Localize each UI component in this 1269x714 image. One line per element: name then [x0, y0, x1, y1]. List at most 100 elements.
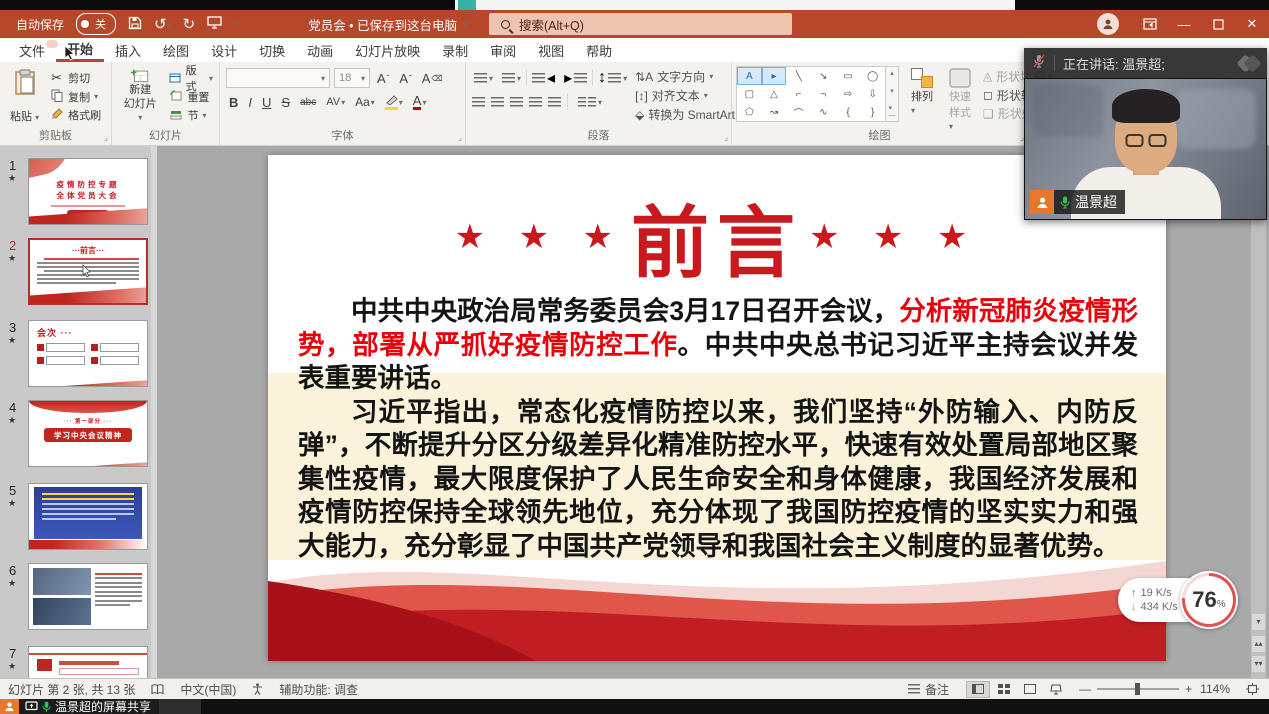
font-dialog-launcher-icon[interactable]: ⌟	[458, 133, 462, 142]
change-case-button[interactable]: Aa▾	[352, 95, 378, 109]
menu-file[interactable]: 文件	[8, 38, 56, 62]
search-input[interactable]: 搜索(Alt+Q)	[489, 13, 792, 35]
underline-button[interactable]: U	[259, 95, 274, 110]
next-slide-icon[interactable]: ▾▾	[1252, 656, 1265, 672]
menu-help[interactable]: 帮助	[575, 38, 623, 62]
document-title[interactable]: 党员会 • 已保存到这台电脑▾	[308, 15, 467, 34]
notes-button[interactable]: 备注	[908, 681, 949, 698]
text-shadow-button[interactable]: abc	[297, 97, 319, 108]
normal-view-button[interactable]	[966, 681, 990, 698]
undo-icon[interactable]: ↺▾	[154, 17, 171, 32]
paragraph-dialog-launcher-icon[interactable]: ⌟	[724, 133, 728, 142]
redo-icon[interactable]: ↻	[183, 17, 196, 32]
menu-record[interactable]: 录制	[431, 38, 479, 62]
slideshow-icon[interactable]	[207, 16, 222, 32]
previous-slide-icon[interactable]: ▴▴	[1252, 636, 1265, 652]
font-name-select[interactable]: ▾	[226, 68, 330, 88]
arc-shape-icon[interactable]: ⌒	[786, 103, 811, 121]
quick-styles-button[interactable]: 快速样式▾	[945, 66, 975, 134]
shapes-more-icon[interactable]: ▾—	[889, 104, 896, 119]
close-button[interactable]: ✕	[1235, 10, 1269, 38]
numbering-button[interactable]: ▾	[498, 68, 525, 88]
account-avatar[interactable]	[1097, 13, 1119, 35]
paste-button[interactable]: 粘贴 ▾	[6, 67, 43, 126]
mic-muted-icon[interactable]	[1032, 54, 1046, 72]
shrink-font-button[interactable]: Aˇ	[396, 71, 414, 86]
text-highlight-button[interactable]: ▾	[382, 94, 406, 110]
character-spacing-button[interactable]: AV▾	[323, 96, 348, 108]
share-status-label[interactable]: 温景超的屏幕共享	[19, 699, 159, 714]
clear-formatting-button[interactable]: A⌫	[419, 71, 446, 86]
save-icon[interactable]	[128, 16, 142, 33]
quick-access-overflow-icon[interactable]: ▾	[234, 20, 238, 28]
zoom-out-button[interactable]: —	[1079, 682, 1091, 696]
curve-shape-icon[interactable]: ∿	[811, 103, 836, 121]
font-size-select[interactable]: 18▾	[334, 68, 370, 88]
left-brace-shape-icon[interactable]: {	[836, 103, 861, 121]
arrange-button[interactable]: 排列▾	[907, 66, 937, 118]
reading-view-button[interactable]	[1018, 681, 1042, 698]
rounded-rect-shape-icon[interactable]: ▢	[737, 85, 762, 103]
menu-draw[interactable]: 绘图	[152, 38, 200, 62]
line-spacing-button[interactable]: ↕▾	[594, 68, 631, 88]
spellcheck-book-icon[interactable]	[151, 684, 164, 695]
zoom-in-button[interactable]: +	[1185, 682, 1192, 696]
language-status[interactable]: 中文(中国)	[180, 681, 236, 698]
cut-button[interactable]: ✂剪切	[49, 69, 101, 87]
section-button[interactable]: 节 ▾	[168, 106, 213, 124]
shapes-scroll-down-icon[interactable]: ▾	[890, 87, 894, 95]
format-painter-button[interactable]: 格式刷	[49, 106, 101, 124]
bullets-button[interactable]: ▾	[470, 68, 497, 88]
scroll-down-icon[interactable]: ▾	[1252, 614, 1265, 630]
distribute-button[interactable]	[548, 97, 561, 107]
columns-button[interactable]: ▾	[574, 92, 606, 112]
down-arrow-shape-icon[interactable]: ⇩	[860, 85, 885, 103]
rectangle-shape-icon[interactable]: ▭	[836, 67, 861, 85]
slideshow-view-button[interactable]	[1044, 681, 1068, 698]
menu-review[interactable]: 审阅	[479, 38, 527, 62]
slide-canvas[interactable]: ★ ★ ★前言★ ★ ★ 中共中央政治局常务委员会3月17日召开会议，分析新冠肺…	[268, 155, 1166, 661]
line-shape-icon[interactable]: ╲	[786, 67, 811, 85]
slide-thumbnail-1[interactable]: 疫情防控专题 全体党员大会	[28, 158, 148, 225]
vertical-scrollbar[interactable]: ▾ ▴▴ ▾▾	[1251, 146, 1266, 678]
menu-animations[interactable]: 动画	[296, 38, 344, 62]
ribbon-display-options-icon[interactable]	[1133, 10, 1167, 38]
slide-thumbnail-6[interactable]	[28, 563, 148, 630]
text-direction-button[interactable]: ⇅A文字方向▾	[635, 67, 743, 86]
taskbar-member-icon[interactable]	[0, 699, 19, 714]
slide-body-text[interactable]: 中共中央政治局常务委员会3月17日召开会议，分析新冠肺炎疫情形势，部署从严抓好疫…	[298, 295, 1138, 563]
align-right-button[interactable]	[510, 97, 523, 107]
participant-video[interactable]: 温景超	[1024, 78, 1267, 220]
zoom-slider-thumb[interactable]	[1135, 683, 1140, 695]
reset-button[interactable]: 重置	[168, 88, 213, 106]
clipboard-dialog-launcher-icon[interactable]: ⌟	[104, 133, 108, 142]
slide-sorter-view-button[interactable]	[992, 681, 1016, 698]
menu-slideshow[interactable]: 幻灯片放映	[344, 38, 431, 62]
slide-thumbnail-7[interactable]	[28, 646, 148, 678]
accessibility-icon[interactable]	[252, 683, 263, 695]
bold-button[interactable]: B	[226, 95, 241, 110]
justify-button[interactable]	[529, 97, 542, 107]
elbow2-shape-icon[interactable]: ¬	[811, 85, 836, 103]
layout-button[interactable]: 版式 ▾	[168, 69, 213, 87]
slide-thumbnail-panel[interactable]: 1 ★ 疫情防控专题 全体党员大会 2 ★ ···前言···	[0, 146, 157, 678]
accessibility-status[interactable]: 辅助功能: 调查	[279, 681, 358, 698]
shapes-gallery[interactable]: A ▸ ╲ ↘ ▭ ◯ ▢ △ ⌐ ¬ ⇨ ⇩ ⬠ ↝ ⌒	[736, 66, 886, 122]
freeform-shape-icon[interactable]: ⬠	[737, 103, 762, 121]
align-center-button[interactable]	[491, 97, 504, 107]
menu-insert[interactable]: 插入	[104, 38, 152, 62]
strikethrough-button[interactable]: S	[278, 95, 293, 110]
decrease-indent-button[interactable]: ◂	[528, 68, 559, 88]
triangle-shape-icon[interactable]: △	[762, 85, 787, 103]
autosave-toggle[interactable]: 关	[76, 13, 116, 35]
oval-shape-icon[interactable]: ◯	[860, 67, 885, 85]
slide-thumbnail-2[interactable]: ···前言···	[28, 238, 148, 305]
maximize-button[interactable]	[1201, 10, 1235, 38]
italic-button[interactable]: I	[245, 95, 255, 110]
align-left-button[interactable]	[472, 97, 485, 107]
minimize-button[interactable]: —	[1167, 10, 1201, 38]
thumbnail-scrollbar[interactable]	[151, 146, 157, 678]
arrow-line-shape-icon[interactable]: ↘	[811, 67, 836, 85]
increase-indent-button[interactable]: ▸	[560, 68, 591, 88]
menu-transitions[interactable]: 切换	[248, 38, 296, 62]
